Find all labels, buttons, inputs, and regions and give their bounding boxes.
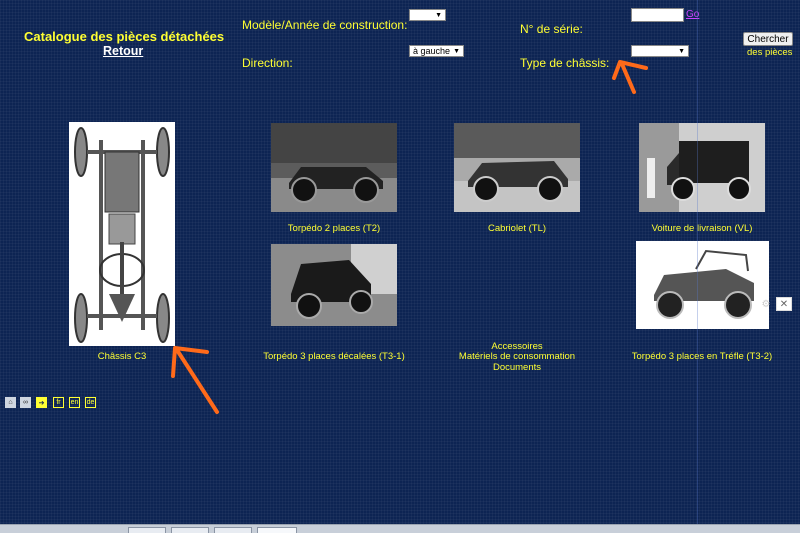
close-icon[interactable]: ✕ xyxy=(776,297,792,311)
torpedo-2-places-link[interactable]: Torpédo 2 places (T2) xyxy=(254,223,414,234)
binoculars-icon[interactable]: ∞ xyxy=(20,397,31,408)
torpedo-trefle-link[interactable]: Torpédo 3 places en Tréfle (T3-2) xyxy=(612,351,792,362)
parts-label: des pièces xyxy=(747,47,793,58)
taskbar-button[interactable] xyxy=(128,527,166,533)
cabriolet-link[interactable]: Cabriolet (TL) xyxy=(437,223,597,234)
torpedo-2-places-image[interactable] xyxy=(271,123,397,212)
delivery-van-link[interactable]: Voiture de livraison (VL) xyxy=(622,223,782,234)
chassis-type-label: Type de châssis: xyxy=(520,56,610,70)
home-icon[interactable]: ⌂ xyxy=(5,397,16,408)
taskbar-button[interactable] xyxy=(171,527,209,533)
chassis-c3-link[interactable]: Châssis C3 xyxy=(69,351,175,362)
taskbar-button[interactable] xyxy=(257,527,297,533)
search-button[interactable]: Chercher xyxy=(743,32,793,46)
annotation-arrow-top xyxy=(612,60,648,94)
direction-select[interactable]: à gauche ▼ xyxy=(409,45,464,57)
torpedo-3-places-image[interactable] xyxy=(271,244,397,326)
column-divider xyxy=(697,0,698,524)
language-de[interactable]: de xyxy=(85,397,96,408)
consumables-link[interactable]: Matériels de consommation xyxy=(437,351,597,362)
chevron-down-icon: ▼ xyxy=(678,47,685,55)
language-en[interactable]: en xyxy=(69,397,80,408)
serial-number-label: N° de série: xyxy=(520,22,583,36)
model-year-label: Modèle/Année de construction: xyxy=(242,18,408,32)
direction-label: Direction: xyxy=(242,56,293,70)
page-title: Catalogue des pièces détachées xyxy=(24,29,225,44)
taskbar xyxy=(0,524,800,533)
delivery-van-image[interactable] xyxy=(639,123,765,212)
model-year-select[interactable]: ▼ xyxy=(409,9,446,21)
gear-icon[interactable]: ⚙ xyxy=(760,298,772,310)
documents-link[interactable]: Documents xyxy=(437,362,597,373)
chassis-c3-image[interactable] xyxy=(69,122,175,346)
cabriolet-image[interactable] xyxy=(454,123,580,212)
annotation-arrow-bottom xyxy=(171,346,219,414)
chevron-down-icon: ▼ xyxy=(453,47,460,55)
torpedo-3-places-link[interactable]: Torpédo 3 places décalées (T3-1) xyxy=(249,351,419,362)
login-arrow-icon[interactable]: ➔ xyxy=(36,397,47,408)
serial-number-input[interactable] xyxy=(631,8,684,22)
chevron-down-icon: ▼ xyxy=(435,11,442,19)
taskbar-button[interactable] xyxy=(214,527,252,533)
direction-value: à gauche xyxy=(413,46,451,56)
torpedo-trefle-image[interactable] xyxy=(636,241,769,329)
language-fr[interactable]: fr xyxy=(53,397,64,408)
back-link[interactable]: Retour xyxy=(103,44,143,58)
